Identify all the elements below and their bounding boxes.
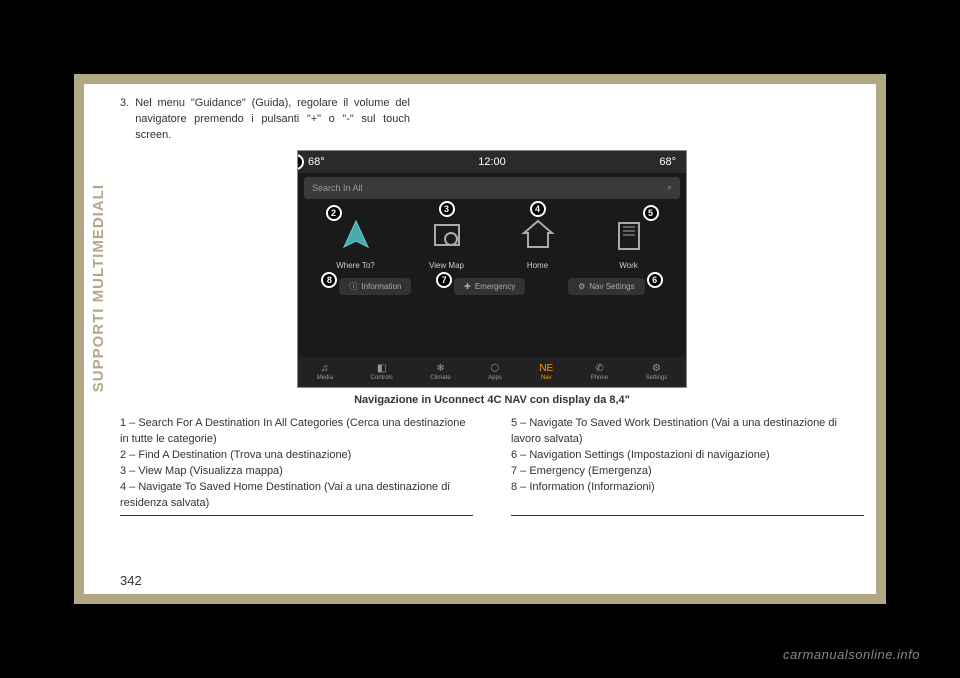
nav-settings-label: Nav Settings — [589, 282, 634, 291]
work-button[interactable]: 5 Work — [607, 213, 651, 270]
information-button[interactable]: 8 ⓘ Information — [339, 278, 411, 295]
where-to-icon — [334, 213, 378, 257]
where-to-button[interactable]: 2 Where To? — [334, 213, 378, 270]
main-nav-row: 2 Where To? 3 View Map 4 Home — [298, 203, 686, 274]
callout-5: 5 — [643, 205, 659, 221]
settings-icon: ⚙ — [578, 282, 585, 291]
search-placeholder: Search In All — [312, 183, 363, 193]
apps-icon: ⬡ — [491, 363, 500, 374]
instruction-number: 3. — [120, 96, 129, 144]
view-map-label: View Map — [429, 261, 464, 270]
bottom-dock: ♫Media ◧Controls ❄Climate ⬡Apps NENav ✆P… — [298, 357, 686, 387]
figure-caption: Navigazione in Uconnect 4C NAV con displ… — [120, 394, 864, 406]
dock-climate[interactable]: ❄Climate — [430, 363, 450, 381]
dock-controls[interactable]: ◧Controls — [371, 363, 393, 381]
home-button[interactable]: 4 Home — [516, 213, 560, 270]
controls-icon: ◧ — [377, 363, 386, 374]
search-bar[interactable]: Search In All ⌕ 1 — [304, 177, 680, 199]
uconnect-screenshot: 68° 12:00 68° Search In All ⌕ 1 2 Where … — [297, 150, 687, 388]
dock-nav-label: Nav — [541, 375, 552, 381]
dock-settings[interactable]: ⚙Settings — [646, 363, 668, 381]
page-frame: SUPPORTI MULTIMEDIALI 3. Nel menu "Guida… — [74, 74, 886, 604]
legend-right: 5 – Navigate To Saved Work Destination (… — [511, 416, 864, 517]
dock-phone-label: Phone — [591, 375, 608, 381]
legend-left: 1 – Search For A Destination In All Cate… — [120, 416, 473, 517]
sidebar-title-text: SUPPORTI MULTIMEDIALI — [90, 184, 107, 392]
callout-8: 8 — [321, 272, 337, 288]
dock-media-label: Media — [317, 375, 333, 381]
dock-apps-label: Apps — [488, 375, 502, 381]
legend-columns: 1 – Search For A Destination In All Cate… — [120, 416, 864, 517]
callout-4: 4 — [530, 201, 546, 217]
view-map-button[interactable]: 3 View Map — [425, 213, 469, 270]
clock: 12:00 — [478, 156, 506, 168]
page-number: 342 — [120, 573, 142, 588]
map-icon — [425, 213, 469, 257]
compass-icon: NE — [539, 363, 553, 374]
work-label: Work — [619, 261, 638, 270]
information-label: Information — [361, 282, 401, 291]
callout-7: 7 — [436, 272, 452, 288]
home-label: Home — [527, 261, 548, 270]
home-icon — [516, 213, 560, 257]
emergency-label: Emergency — [475, 282, 515, 291]
music-icon: ♫ — [321, 363, 329, 374]
gear-icon: ⚙ — [652, 363, 661, 374]
watermark: carmanualsonline.info — [783, 647, 920, 662]
emergency-icon: ✚ — [464, 282, 471, 291]
secondary-nav-row: 8 ⓘ Information 7 ✚ Emergency 6 ⚙ Nav Se… — [298, 274, 686, 299]
dock-nav[interactable]: NENav — [539, 363, 553, 381]
temp-left: 68° — [308, 156, 325, 168]
dock-settings-label: Settings — [646, 375, 668, 381]
page-content: 3. Nel menu "Guidance" (Guida), regolare… — [120, 96, 864, 582]
callout-2: 2 — [326, 205, 342, 221]
emergency-button[interactable]: 7 ✚ Emergency — [454, 278, 525, 295]
where-to-label: Where To? — [336, 261, 375, 270]
info-icon: ⓘ — [349, 281, 357, 292]
dock-controls-label: Controls — [371, 375, 393, 381]
callout-6: 6 — [647, 272, 663, 288]
instruction-step: 3. Nel menu "Guidance" (Guida), regolare… — [120, 96, 410, 144]
search-icon: ⌕ — [667, 182, 672, 193]
dock-phone[interactable]: ✆Phone — [591, 363, 608, 381]
screenshot-container: 68° 12:00 68° Search In All ⌕ 1 2 Where … — [120, 150, 864, 388]
dock-apps[interactable]: ⬡Apps — [488, 363, 502, 381]
dock-media[interactable]: ♫Media — [317, 363, 333, 381]
nav-settings-button[interactable]: 6 ⚙ Nav Settings — [568, 278, 645, 295]
work-icon — [607, 213, 651, 257]
dock-climate-label: Climate — [430, 375, 450, 381]
instruction-text: Nel menu "Guidance" (Guida), regolare il… — [135, 96, 410, 144]
callout-3: 3 — [439, 201, 455, 217]
status-bar: 68° 12:00 68° — [298, 151, 686, 173]
sidebar-section-label: SUPPORTI MULTIMEDIALI — [84, 84, 112, 594]
phone-icon: ✆ — [595, 363, 603, 374]
temp-right: 68° — [659, 156, 676, 168]
climate-icon: ❄ — [436, 363, 444, 374]
